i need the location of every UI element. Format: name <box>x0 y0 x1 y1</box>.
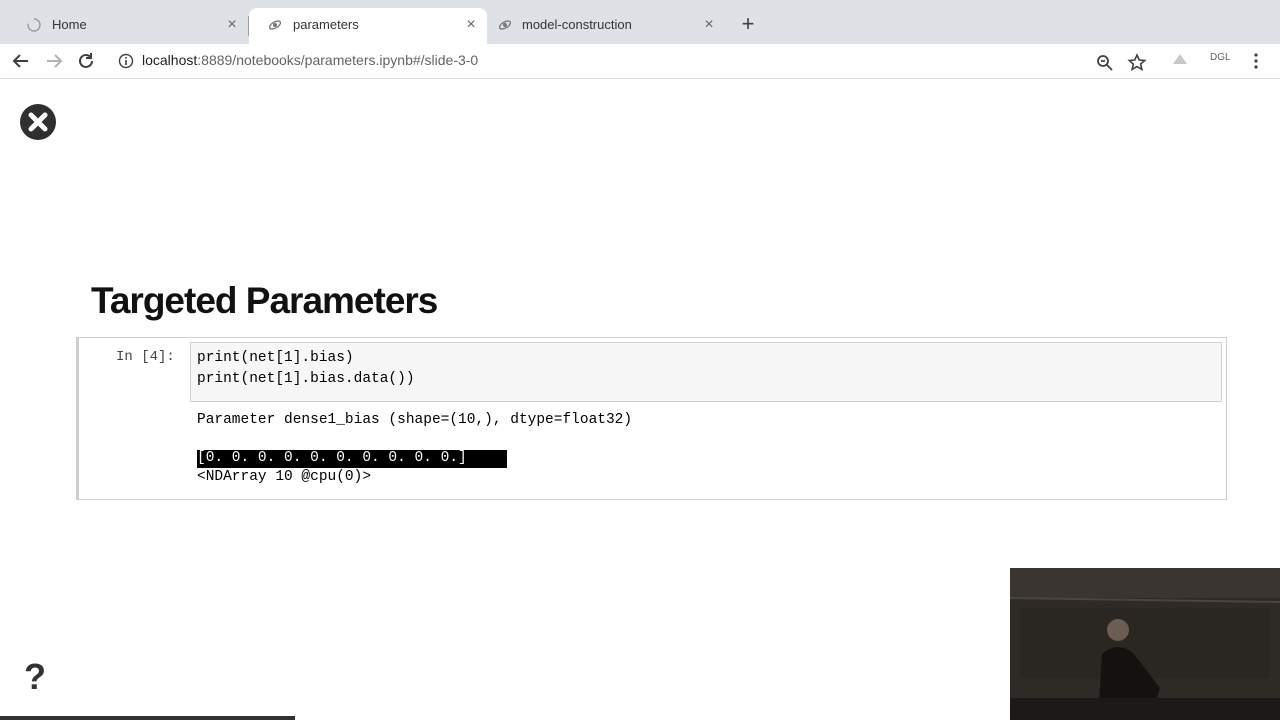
reload-icon[interactable] <box>75 50 97 72</box>
output-line: Parameter dense1_bias (shape=(10,), dtyp… <box>197 412 633 428</box>
forward-icon[interactable] <box>43 50 65 72</box>
url-host: localhost <box>142 52 198 68</box>
extension-icon[interactable] <box>1170 50 1190 70</box>
close-slideshow-button[interactable] <box>20 104 56 140</box>
help-button[interactable]: ? <box>24 656 46 698</box>
loading-icon <box>27 18 41 32</box>
star-icon[interactable] <box>1127 53 1147 73</box>
jupyter-icon <box>268 20 282 30</box>
code-line: print(net[1].bias) <box>197 350 354 366</box>
slide-progress-bar <box>0 716 295 720</box>
zoom-icon[interactable] <box>1095 53 1115 73</box>
output-line-selected[interactable]: [0. 0. 0. 0. 0. 0. 0. 0. 0. 0.] <box>197 450 467 466</box>
tab-label: Home <box>52 17 87 32</box>
tab-parameters[interactable]: parameters × <box>249 8 487 44</box>
close-icon[interactable]: × <box>224 17 240 33</box>
presenter-video-frame <box>1010 568 1280 720</box>
webcam-video <box>1010 568 1280 720</box>
tab-label: parameters <box>293 17 359 32</box>
url-text: localhost:8889/notebooks/parameters.ipyn… <box>142 52 478 68</box>
url-path: :8889/notebooks/parameters.ipynb#/slide-… <box>197 52 479 68</box>
menu-icon[interactable] <box>1252 52 1260 70</box>
tab-model-construction[interactable]: model-construction × <box>487 8 727 44</box>
back-icon[interactable] <box>10 50 32 72</box>
close-icon[interactable]: × <box>463 17 479 33</box>
cell-prompt: In [4]: <box>116 349 175 365</box>
tab-strip: Home × parameters × model-construction ×… <box>0 0 1280 44</box>
info-icon[interactable] <box>118 53 134 69</box>
output-line: <NDArray 10 @cpu(0)> <box>197 469 372 485</box>
profile-label[interactable]: DGL <box>1210 52 1231 63</box>
address-bar[interactable]: localhost:8889/notebooks/parameters.ipyn… <box>108 47 1156 75</box>
jupyter-icon <box>498 20 512 30</box>
close-icon[interactable]: × <box>701 17 717 33</box>
close-icon <box>28 112 48 132</box>
code-line: print(net[1].bias.data()) <box>197 371 415 387</box>
new-tab-button[interactable]: + <box>737 13 759 36</box>
browser-toolbar: localhost:8889/notebooks/parameters.ipyn… <box>0 44 1280 79</box>
slide-title: Targeted Parameters <box>91 280 438 321</box>
tab-label: model-construction <box>522 17 632 32</box>
tab-home[interactable]: Home × <box>8 8 248 44</box>
